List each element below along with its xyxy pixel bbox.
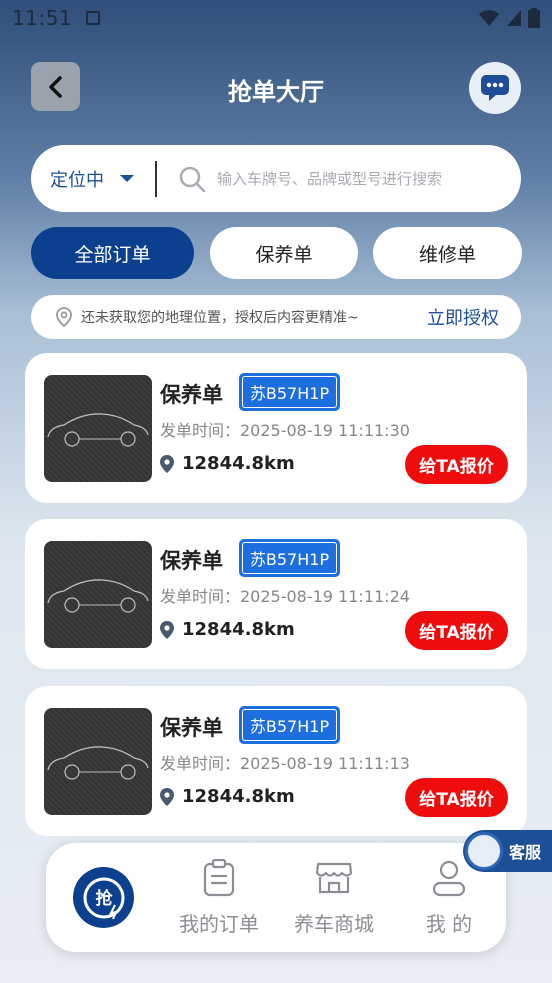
location-pin-icon [160, 454, 174, 473]
plate-number: 苏B57H1P [242, 709, 337, 741]
signal-icon [507, 10, 521, 26]
order-time: 发单时间：2025-08-19 11:11:30 [160, 421, 410, 440]
plate-number: 苏B57H1P [242, 376, 337, 408]
status-icons [478, 8, 540, 28]
nav-item-my-orders[interactable]: 我的订单 [164, 843, 274, 952]
car-thumbnail [44, 375, 152, 482]
bottom-nav: 抢 我的订单 养车商城 我 的 [46, 843, 506, 952]
search-icon [177, 164, 207, 194]
distance-value: 12844.8km [182, 619, 295, 640]
order-type: 保养单 [160, 383, 223, 407]
order-distance: 12844.8km [160, 786, 295, 807]
headset-icon [465, 832, 503, 870]
distance-value: 12844.8km [182, 786, 295, 807]
license-plate: 苏B57H1P [239, 539, 340, 577]
status-time: 11:51 [12, 6, 73, 30]
car-thumbnail [44, 541, 152, 648]
quote-button[interactable]: 给TA报价 [405, 611, 508, 650]
store-icon [315, 862, 353, 894]
car-silhouette-icon [47, 413, 149, 447]
search-input[interactable] [217, 169, 487, 188]
plate-number: 苏B57H1P [242, 542, 337, 574]
tab-all-orders[interactable]: 全部订单 [31, 227, 194, 279]
customer-service-button[interactable]: 客服 [463, 830, 552, 872]
license-plate: 苏B57H1P [239, 373, 340, 411]
status-bar: 11:51 [0, 0, 552, 36]
location-select[interactable]: 定位中 [31, 166, 155, 192]
message-button[interactable] [469, 62, 521, 114]
tab-repair[interactable]: 维修单 [373, 227, 522, 279]
order-time: 发单时间：2025-08-19 11:11:24 [160, 587, 410, 606]
order-card[interactable]: 保养单 苏B57H1P 发单时间：2025-08-19 11:11:13 128… [25, 686, 527, 836]
order-time: 发单时间：2025-08-19 11:11:13 [160, 754, 410, 773]
caret-down-icon [120, 175, 134, 182]
chat-bubble-icon [481, 75, 509, 101]
clipboard-icon [203, 859, 235, 897]
license-plate: 苏B57H1P [239, 706, 340, 744]
order-distance: 12844.8km [160, 453, 295, 474]
location-permission-tip: 还未获取您的地理位置，授权后内容更精准~ 立即授权 [31, 295, 521, 339]
nav-label-car-store: 养车商城 [294, 912, 374, 936]
quote-button[interactable]: 给TA报价 [405, 778, 508, 817]
nav-label-my-orders: 我的订单 [179, 912, 259, 936]
battery-icon [528, 8, 540, 28]
grab-order-icon: 抢 [83, 877, 124, 919]
search-bar: 定位中 [31, 145, 521, 212]
nav-label-mine: 我 的 [425, 912, 473, 936]
map-pin-icon [56, 307, 72, 328]
order-card[interactable]: 保养单 苏B57H1P 发单时间：2025-08-19 11:11:30 128… [25, 353, 527, 503]
car-silhouette-icon [47, 746, 149, 780]
nav-header: 抢单大厅 [0, 62, 552, 114]
svg-text:抢: 抢 [95, 888, 113, 909]
notification-icon [86, 11, 101, 25]
order-card[interactable]: 保养单 苏B57H1P 发单时间：2025-08-19 11:11:24 128… [25, 519, 527, 669]
car-thumbnail [44, 708, 152, 815]
order-type: 保养单 [160, 716, 223, 740]
quote-button[interactable]: 给TA报价 [405, 445, 508, 484]
customer-service-label: 客服 [509, 843, 542, 862]
wifi-icon [479, 10, 499, 26]
location-tip-text: 还未获取您的地理位置，授权后内容更精准~ [81, 310, 359, 326]
car-silhouette-icon [47, 579, 149, 613]
location-label: 定位中 [50, 169, 104, 191]
nav-item-grab-order[interactable]: 抢 [73, 867, 134, 928]
user-icon [432, 860, 466, 897]
location-pin-icon [160, 620, 174, 639]
order-type: 保养单 [160, 549, 223, 573]
tab-maintenance[interactable]: 保养单 [210, 227, 358, 279]
location-pin-icon [160, 787, 174, 806]
authorize-link[interactable]: 立即授权 [427, 304, 499, 330]
order-distance: 12844.8km [160, 619, 295, 640]
distance-value: 12844.8km [182, 453, 295, 474]
order-tabs: 全部订单 保养单 维修单 [31, 227, 522, 279]
search-divider [155, 160, 157, 197]
nav-item-car-store[interactable]: 养车商城 [279, 843, 389, 952]
